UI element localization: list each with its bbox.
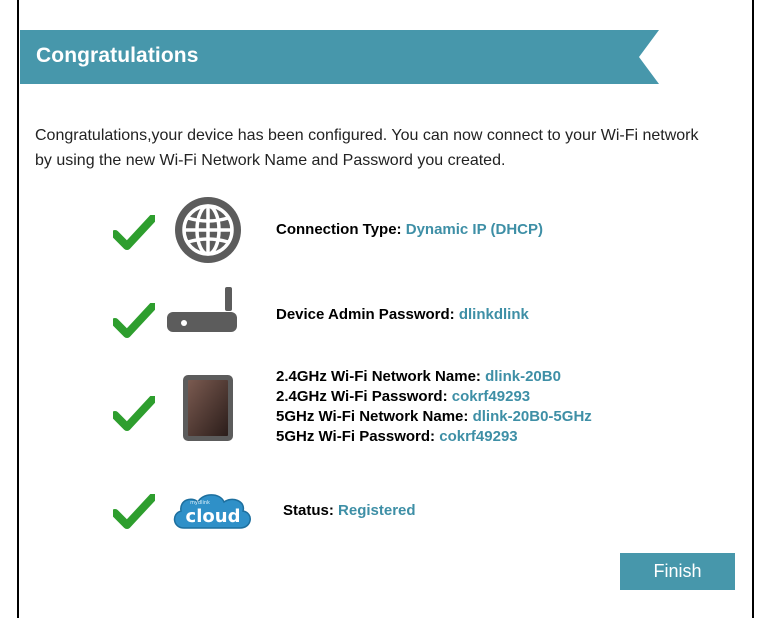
globe-icon — [175, 197, 241, 263]
connection-type-line: Connection Type: Dynamic IP (DHCP) — [276, 220, 543, 240]
wifi-24-name-value: dlink-20B0 — [485, 368, 561, 385]
connection-type-info: Connection Type: Dynamic IP (DHCP) — [276, 220, 543, 240]
check-icon — [113, 215, 155, 250]
wifi-5-name-line: 5GHz Wi-Fi Network Name: dlink-20B0-5GHz — [276, 407, 592, 427]
wifi-settings-info: 2.4GHz Wi-Fi Network Name: dlink-20B0 2.… — [276, 367, 592, 447]
wifi-5-password-value: cokrf49293 — [439, 428, 518, 445]
connection-type-value: Dynamic IP (DHCP) — [405, 221, 543, 238]
wifi-24-password-label: 2.4GHz Wi-Fi Password: — [276, 388, 448, 405]
wifi-5-name-value: dlink-20B0-5GHz — [472, 408, 592, 425]
header-banner: Congratulations — [20, 30, 659, 84]
check-icon — [113, 494, 155, 529]
wifi-24-name-label: 2.4GHz Wi-Fi Network Name: — [276, 368, 481, 385]
check-icon — [113, 396, 155, 431]
wifi-5-password-label: 5GHz Wi-Fi Password: — [276, 428, 436, 445]
router-icon — [167, 287, 237, 332]
cloud-logo-small-text: mydlink — [190, 500, 210, 506]
wifi-5-name-label: 5GHz Wi-Fi Network Name: — [276, 408, 469, 425]
admin-password-label: Device Admin Password: — [276, 306, 455, 323]
wifi-5-password-line: 5GHz Wi-Fi Password: cokrf49293 — [276, 427, 592, 447]
finish-button[interactable]: Finish — [620, 553, 735, 590]
connection-type-label: Connection Type: — [276, 221, 402, 238]
admin-password-value: dlinkdlink — [458, 306, 529, 323]
intro-text: Congratulations,your device has been con… — [35, 127, 699, 169]
wifi-24-name-line: 2.4GHz Wi-Fi Network Name: dlink-20B0 — [276, 367, 592, 387]
cloud-logo-text: cloud — [186, 506, 241, 527]
mydlink-cloud-icon: cloud mydlink — [173, 494, 251, 529]
cloud-status-label: Status: — [283, 502, 334, 519]
cloud-status-line: Status: Registered — [283, 501, 416, 521]
cloud-status-value: Registered — [338, 502, 416, 519]
check-icon — [113, 303, 155, 338]
admin-password-info: Device Admin Password: dlinkdlink — [276, 305, 529, 325]
cloud-status-info: Status: Registered — [283, 501, 416, 521]
admin-password-line: Device Admin Password: dlinkdlink — [276, 305, 529, 325]
page-title: Congratulations — [36, 44, 199, 67]
wifi-24-password-value: cokrf49293 — [451, 388, 531, 405]
wifi-24-password-line: 2.4GHz Wi-Fi Password: cokrf49293 — [276, 387, 592, 407]
tablet-icon — [183, 375, 233, 441]
